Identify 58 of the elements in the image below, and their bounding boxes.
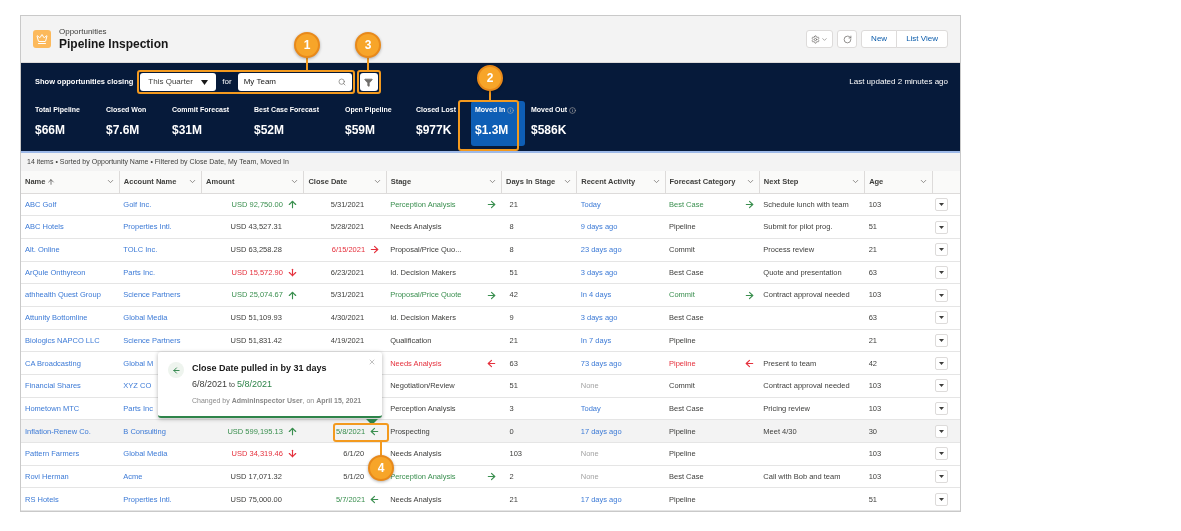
refresh-icon	[842, 34, 852, 44]
filter-icon	[364, 77, 374, 87]
row-actions-button[interactable]	[934, 379, 948, 393]
metric-value: $59M	[345, 121, 377, 139]
metric-value: $52M	[254, 121, 286, 139]
row-actions-button[interactable]	[934, 243, 948, 257]
caret-icon	[938, 452, 944, 456]
row-actions-button[interactable]	[934, 311, 948, 325]
highlight-outline	[333, 423, 389, 442]
crown-icon	[33, 30, 51, 48]
row-actions-button[interactable]	[934, 356, 948, 370]
header-button[interactable]: New	[861, 30, 898, 48]
metric-value: $31M	[172, 121, 204, 139]
metric-value: $586K	[531, 121, 568, 139]
object-label: Opportunities	[59, 26, 108, 37]
row-actions-button[interactable]	[934, 402, 948, 416]
last-updated-text: Last updated 2 minutes ago	[849, 76, 948, 88]
caret-icon	[938, 248, 944, 252]
sort-ascending-icon	[47, 177, 56, 186]
page-title: Pipeline Inspection	[59, 36, 169, 52]
caret-icon	[938, 407, 944, 411]
caret-icon	[938, 475, 944, 479]
connector-label: for	[222, 76, 232, 88]
caret-icon	[938, 293, 944, 297]
row-actions-button[interactable]	[934, 447, 948, 461]
row-actions-button[interactable]	[934, 492, 948, 506]
row-actions-button[interactable]	[934, 220, 948, 234]
caret-icon	[821, 35, 829, 43]
scope-value: My Team	[243, 76, 276, 88]
row-actions-button[interactable]	[934, 333, 948, 347]
metric-value: $977K	[416, 121, 453, 139]
metric-value: $66M	[35, 121, 67, 139]
metric-value: $1.3M	[475, 121, 510, 139]
header-button[interactable]: List View	[896, 30, 948, 48]
caret-icon	[201, 79, 209, 85]
row-actions-button[interactable]	[934, 424, 948, 438]
settings-icon	[811, 34, 821, 44]
caret-icon	[938, 270, 944, 274]
scope-search-field[interactable]: My Team	[237, 73, 352, 91]
caret-icon	[938, 225, 944, 229]
caret-icon	[938, 316, 944, 320]
metric-value: $7.6M	[106, 121, 141, 139]
caret-icon	[938, 384, 944, 388]
popover-title: Close Date pulled in by 31 days	[192, 362, 328, 375]
caret-icon	[938, 338, 944, 342]
row-actions-button[interactable]	[934, 197, 948, 211]
row-actions-button[interactable]	[934, 288, 948, 302]
old-date: 6/8/2021	[192, 377, 228, 391]
search-icon	[337, 78, 346, 86]
period-select[interactable]: This Quarter	[140, 73, 217, 91]
caret-icon	[938, 497, 944, 501]
caret-icon	[938, 361, 944, 365]
caret-icon	[938, 202, 944, 206]
new-date: 5/8/2021	[236, 377, 272, 391]
caret-icon	[938, 429, 944, 433]
highlight-outline	[458, 100, 519, 151]
row-actions-button[interactable]	[934, 265, 948, 279]
row-actions-button[interactable]	[934, 470, 948, 484]
